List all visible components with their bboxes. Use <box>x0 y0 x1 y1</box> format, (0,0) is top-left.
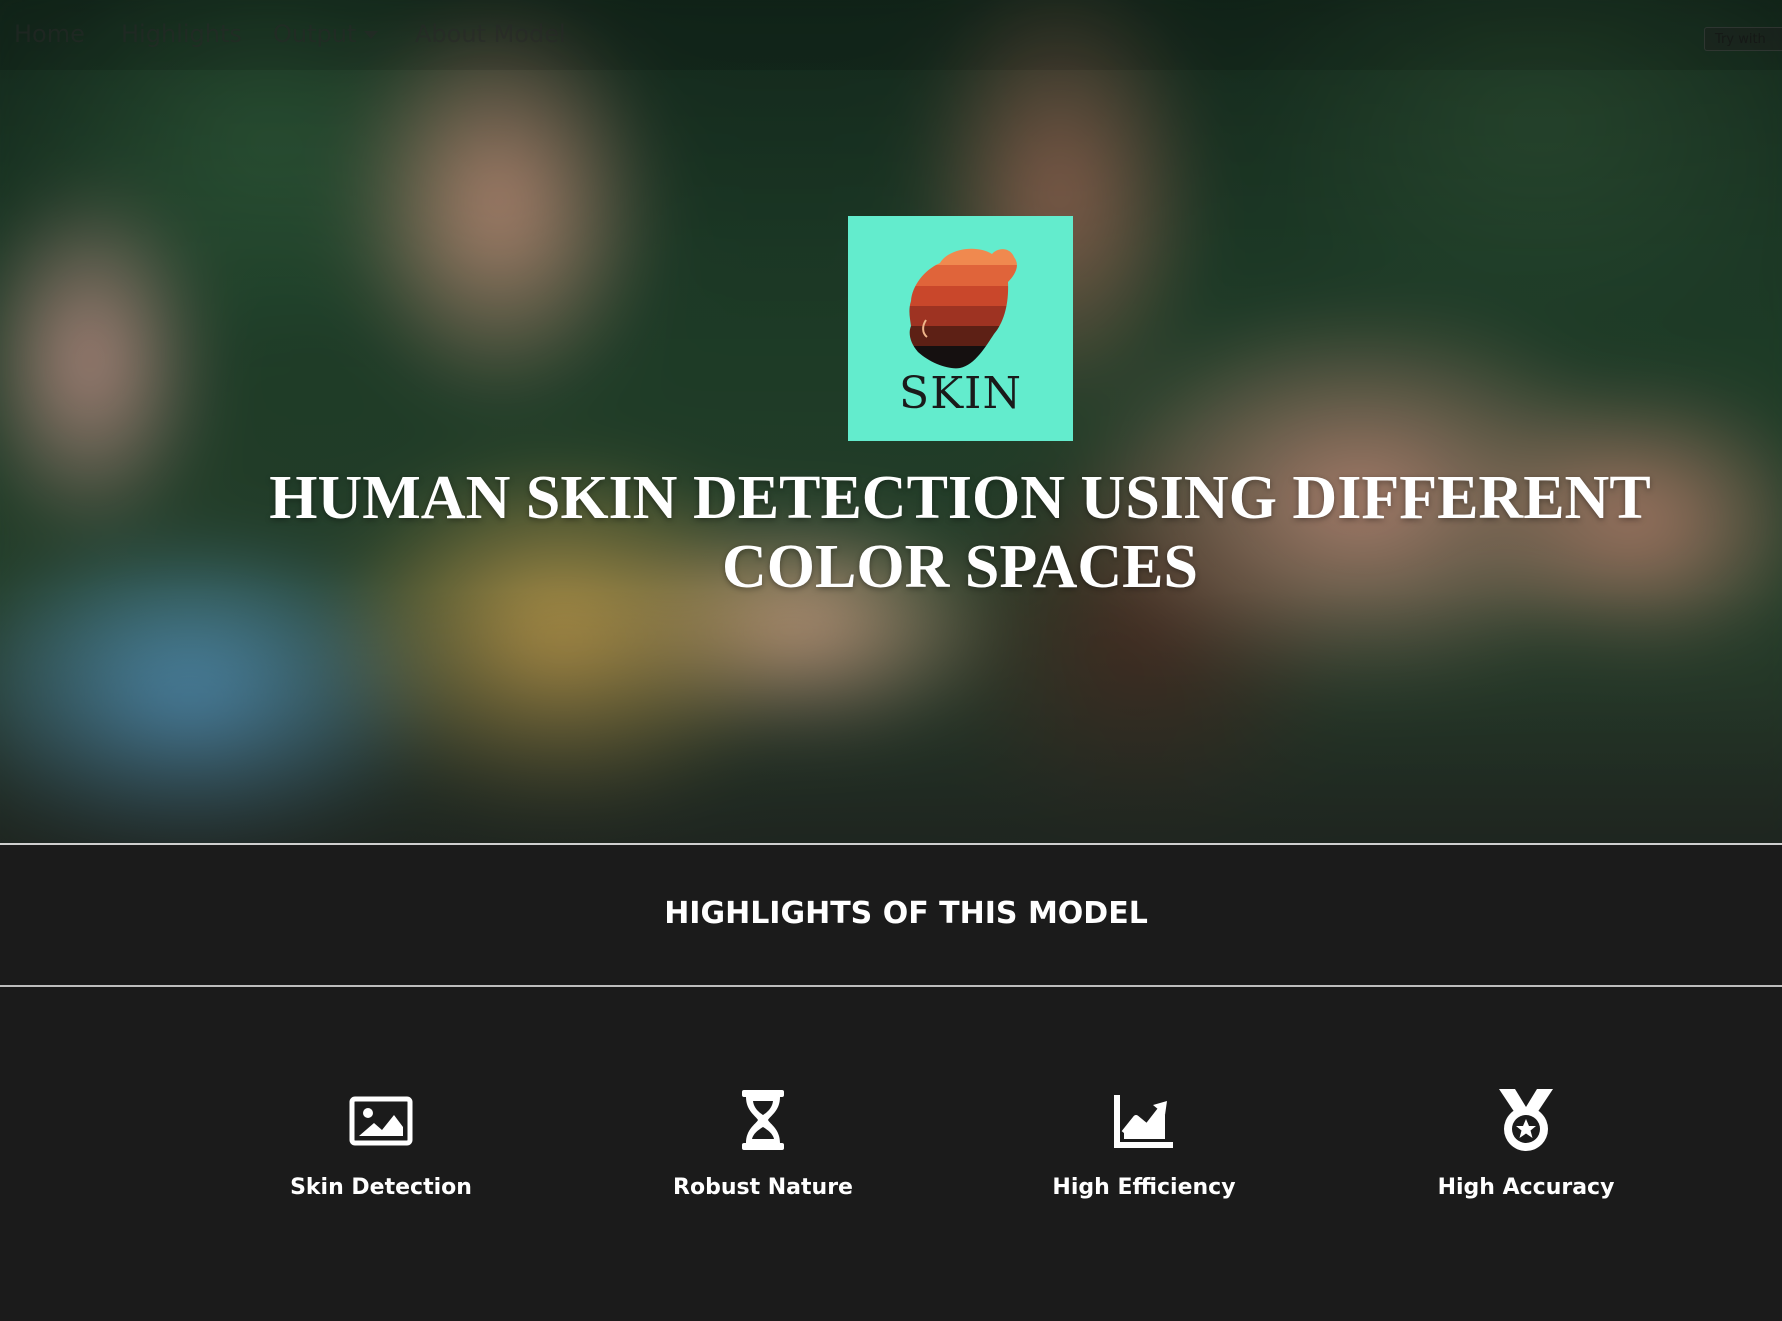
try-with-button[interactable]: Try with <box>1704 27 1782 51</box>
feature-robust-nature: Robust Nature <box>613 1085 913 1200</box>
feature-skin-detection: Skin Detection <box>231 1085 531 1200</box>
logo-text: SKIN <box>899 368 1022 419</box>
nav-output-label: Output <box>273 20 357 48</box>
section-divider <box>0 985 1782 987</box>
page-title: HUMAN SKIN DETECTION USING DIFFERENT COL… <box>269 464 1651 601</box>
chart-line-icon <box>1114 1095 1173 1148</box>
navbar: Home Highlights Output About Model Try w… <box>0 0 1782 70</box>
nav-home-link[interactable]: Home <box>14 20 85 48</box>
caret-down-icon <box>364 31 379 39</box>
nav-highlights-link[interactable]: Highlights <box>121 20 242 48</box>
feature-label: Robust Nature <box>673 1175 853 1200</box>
feature-high-accuracy: High Accuracy <box>1376 1085 1676 1200</box>
image-icon <box>349 1096 413 1146</box>
hourglass-icon <box>742 1090 784 1150</box>
highlights-heading: HIGHLIGHTS OF THIS MODEL <box>664 896 1148 931</box>
feature-high-efficiency: High Efficiency <box>994 1085 1294 1200</box>
page: Home Highlights Output About Model Try w… <box>0 0 1782 1321</box>
nav-about-model-link[interactable]: About Model <box>415 20 566 48</box>
feature-label: High Accuracy <box>1437 1175 1615 1200</box>
feature-label: High Efficiency <box>1052 1175 1236 1200</box>
medal-icon <box>1499 1089 1553 1151</box>
skin-logo: SKIN <box>848 216 1073 441</box>
hero-section: Home Highlights Output About Model Try w… <box>0 0 1782 845</box>
feature-label: Skin Detection <box>290 1175 472 1200</box>
nav-output-dropdown[interactable]: Output <box>273 20 379 48</box>
hero-divider <box>0 843 1782 845</box>
